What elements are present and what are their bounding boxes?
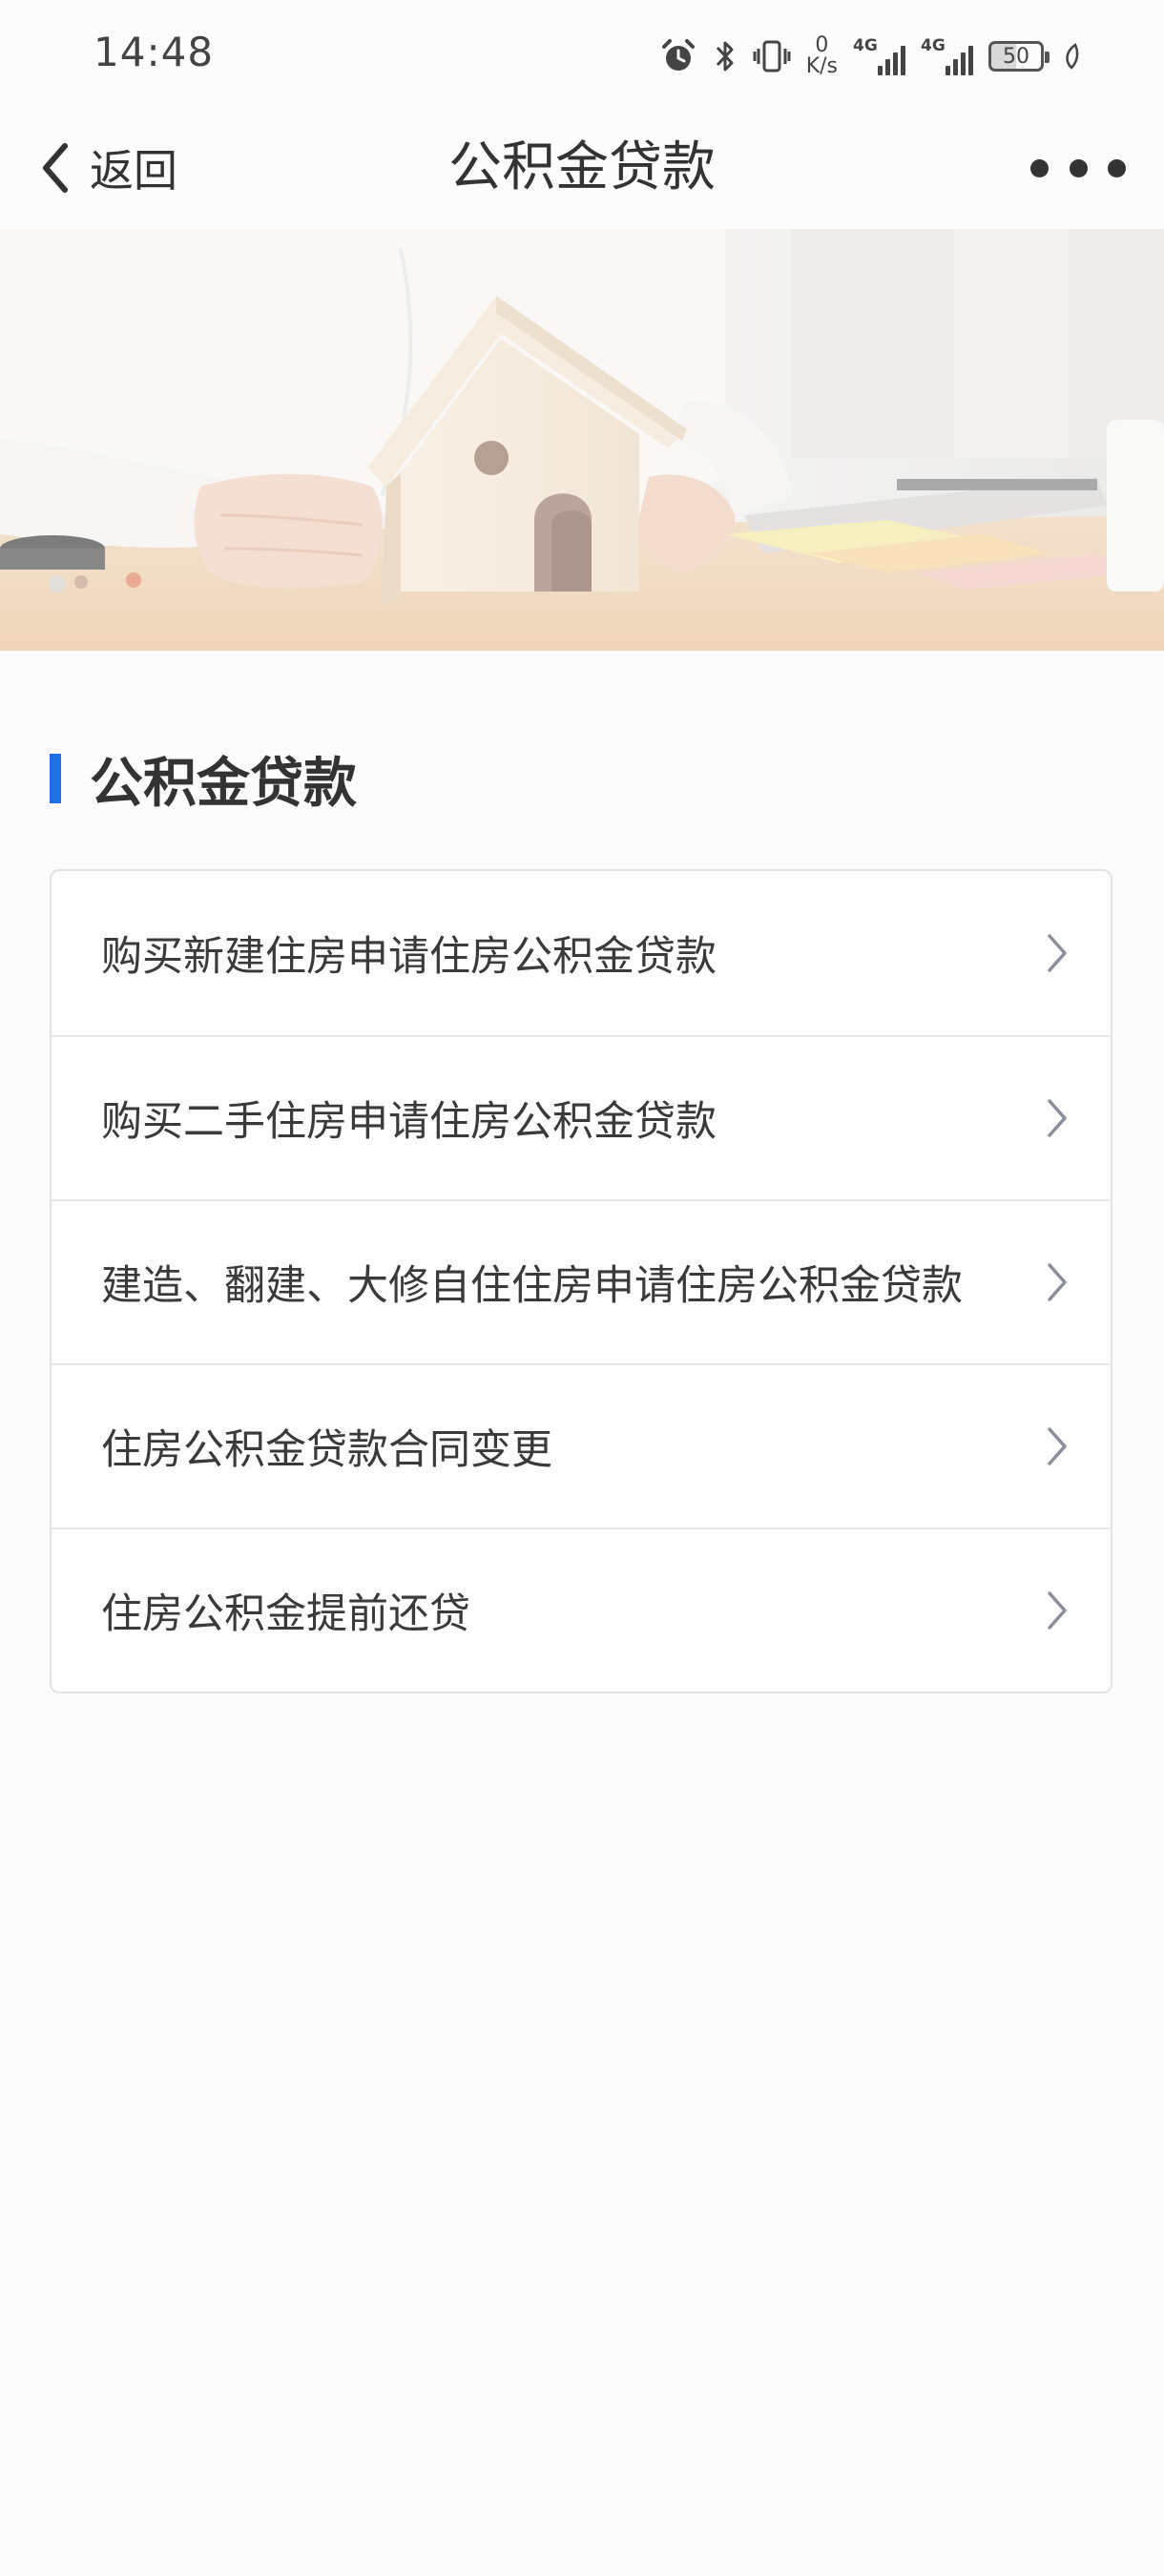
- signal-icon: 4G: [921, 37, 973, 75]
- network-speed-value: 0: [815, 33, 829, 57]
- list-item-label: 购买新建住房申请住房公积金贷款: [101, 933, 717, 981]
- chevron-right-icon: [1048, 1263, 1067, 1301]
- alarm-icon: [659, 37, 697, 75]
- list-item-new-house-loan[interactable]: 购买新建住房申请住房公积金贷款: [52, 871, 1111, 1035]
- more-horizontal-icon: [1030, 158, 1049, 177]
- network-speed-unit: K/s: [805, 54, 838, 78]
- chevron-right-icon: [1048, 1591, 1067, 1630]
- loan-service-list: 购买新建住房申请住房公积金贷款 购买二手住房申请住房公积金贷款 建造、翻建、大修…: [50, 869, 1112, 1693]
- list-item-build-renovate-loan[interactable]: 建造、翻建、大修自住住房申请住房公积金贷款: [52, 1199, 1111, 1363]
- list-item-early-repayment[interactable]: 住房公积金提前还贷: [52, 1527, 1111, 1692]
- chevron-right-icon: [1048, 934, 1067, 972]
- chevron-left-icon: [38, 140, 73, 196]
- back-label: 返回: [90, 145, 177, 197]
- list-item-label: 建造、翻建、大修自住住房申请住房公积金贷款: [101, 1262, 963, 1310]
- list-item-label: 住房公积金提前还贷: [101, 1590, 470, 1638]
- section-title: 公积金贷款: [90, 752, 357, 815]
- chevron-right-icon: [1048, 1099, 1067, 1137]
- status-icons: 0 K/s 4G 4G 50: [659, 29, 1080, 84]
- signal-generation: 4G: [853, 36, 878, 55]
- more-options-button[interactable]: [1030, 139, 1126, 197]
- signal-icon: 4G: [853, 37, 905, 75]
- list-item-label: 住房公积金贷款合同变更: [101, 1426, 552, 1474]
- signal-generation: 4G: [921, 36, 946, 55]
- bluetooth-icon: [713, 37, 738, 75]
- battery-level: 50: [1003, 44, 1029, 69]
- battery-icon: 50: [988, 41, 1050, 72]
- chevron-right-icon: [1048, 1427, 1067, 1465]
- status-time: 14:48: [94, 29, 215, 75]
- network-speed: 0 K/s: [806, 35, 838, 77]
- vibrate-icon: [753, 37, 791, 75]
- status-bar: 14:48 0 K/s 4G 4G 50: [0, 0, 1164, 105]
- back-button[interactable]: 返回: [38, 122, 177, 214]
- list-item-second-hand-loan[interactable]: 购买二手住房申请住房公积金贷款: [52, 1035, 1111, 1199]
- banner-image: [0, 229, 1164, 651]
- section-marker: [50, 754, 61, 803]
- nav-bar: 返回 公积金贷款: [0, 105, 1164, 229]
- list-item-label: 购买二手住房申请住房公积金贷款: [101, 1098, 717, 1146]
- leaf-icon: [1063, 42, 1080, 71]
- list-item-contract-change[interactable]: 住房公积金贷款合同变更: [52, 1363, 1111, 1527]
- section-header: 公积金贷款: [50, 744, 357, 815]
